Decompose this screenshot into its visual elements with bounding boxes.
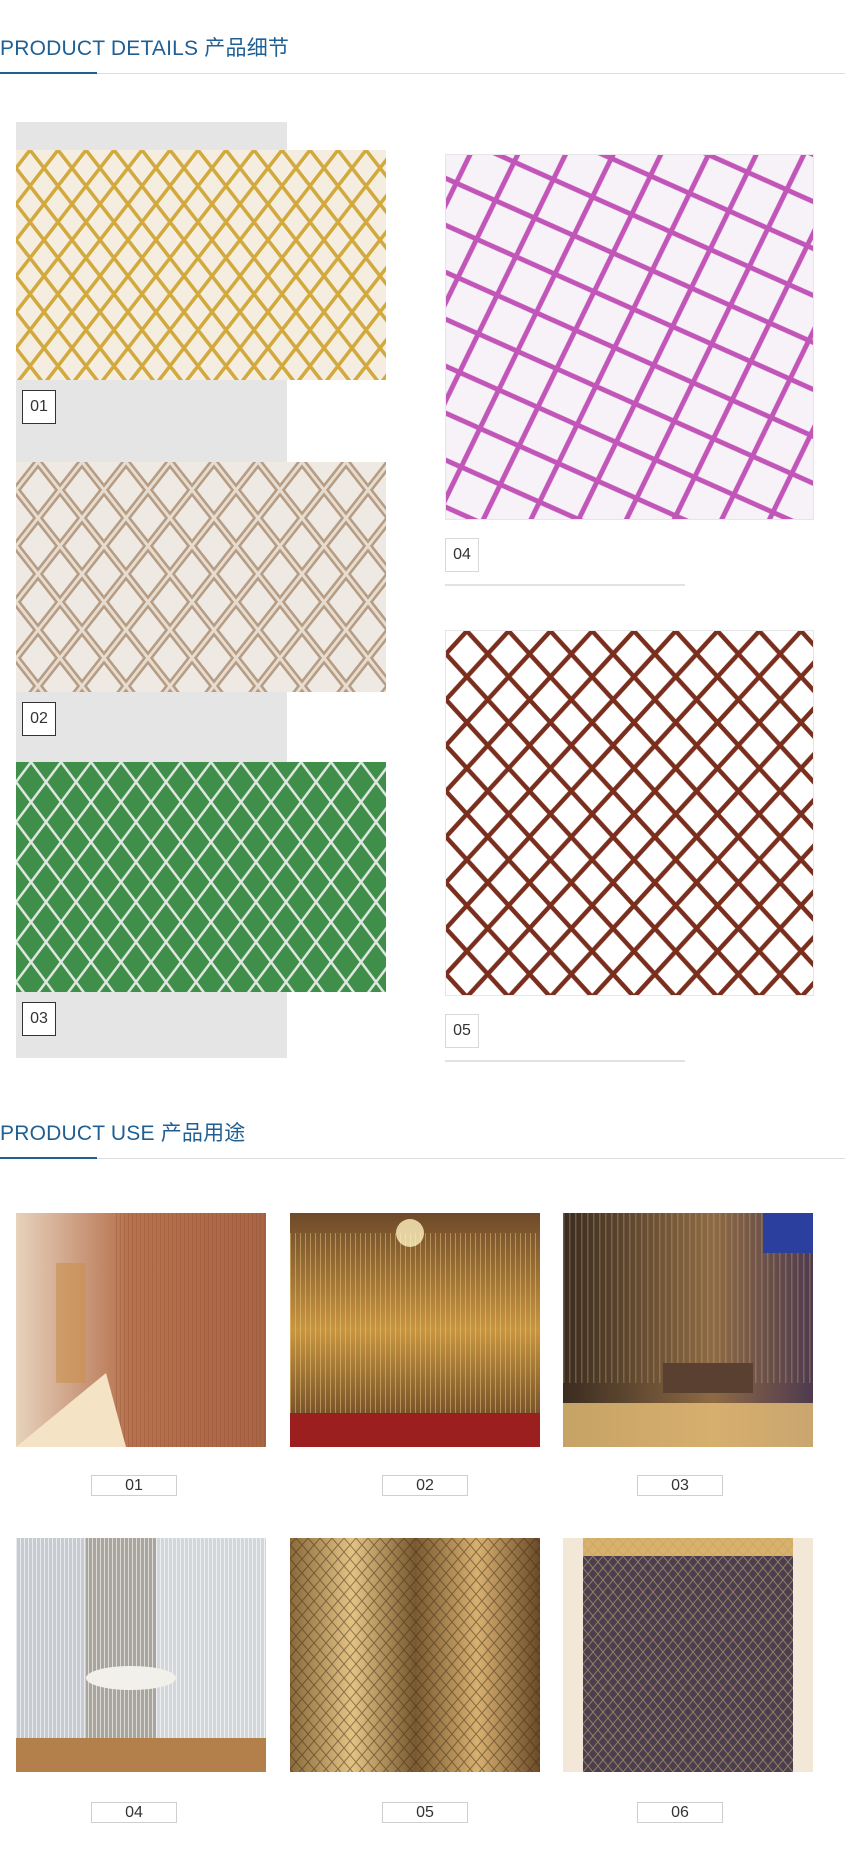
detail-image-02[interactable]	[16, 462, 386, 692]
use-image-04[interactable]	[16, 1538, 266, 1772]
gold-drape-photo	[290, 1538, 540, 1772]
use-title-accent	[0, 1157, 97, 1159]
detail-05-underline	[445, 1060, 685, 1062]
detail-image-03[interactable]	[16, 762, 386, 992]
green-mesh-photo	[16, 762, 386, 992]
use-number-03: 03	[637, 1475, 723, 1496]
use-section-title: PRODUCT USE 产品用途	[0, 1122, 246, 1145]
use-number-01: 01	[91, 1475, 177, 1496]
silver-mesh-photo	[16, 462, 386, 692]
detail-number-02: 02	[22, 702, 56, 736]
detail-number-05: 05	[445, 1014, 479, 1048]
use-number-05: 05	[382, 1802, 468, 1823]
use-number-02: 02	[382, 1475, 468, 1496]
pink-mesh-photo	[446, 155, 813, 519]
detail-image-01[interactable]	[16, 150, 386, 380]
detail-image-04[interactable]	[445, 154, 814, 520]
details-section-title: PRODUCT DETAILS 产品细节	[0, 37, 290, 60]
details-title-divider	[0, 73, 845, 74]
detail-04-underline	[445, 584, 685, 586]
detail-number-03: 03	[22, 1002, 56, 1036]
use-image-06[interactable]	[563, 1538, 813, 1772]
use-number-06: 06	[637, 1802, 723, 1823]
detail-number-04: 04	[445, 538, 479, 572]
details-title-accent	[0, 72, 97, 74]
use-number-04: 04	[91, 1802, 177, 1823]
use-image-02[interactable]	[290, 1213, 540, 1447]
detail-image-05[interactable]	[445, 630, 814, 996]
use-image-05[interactable]	[290, 1538, 540, 1772]
corridor-curtain-photo	[16, 1213, 266, 1447]
use-image-01[interactable]	[16, 1213, 266, 1447]
restaurant-gold-curtain-photo	[290, 1213, 540, 1447]
gold-mesh-photo	[16, 150, 386, 380]
detail-number-01: 01	[22, 390, 56, 424]
silver-divider-photo	[16, 1538, 266, 1772]
dining-room-curtain-photo	[563, 1213, 813, 1447]
bronze-curtain-photo	[563, 1538, 813, 1772]
brown-mesh-photo	[446, 631, 813, 995]
use-image-03[interactable]	[563, 1213, 813, 1447]
use-title-divider	[0, 1158, 845, 1159]
